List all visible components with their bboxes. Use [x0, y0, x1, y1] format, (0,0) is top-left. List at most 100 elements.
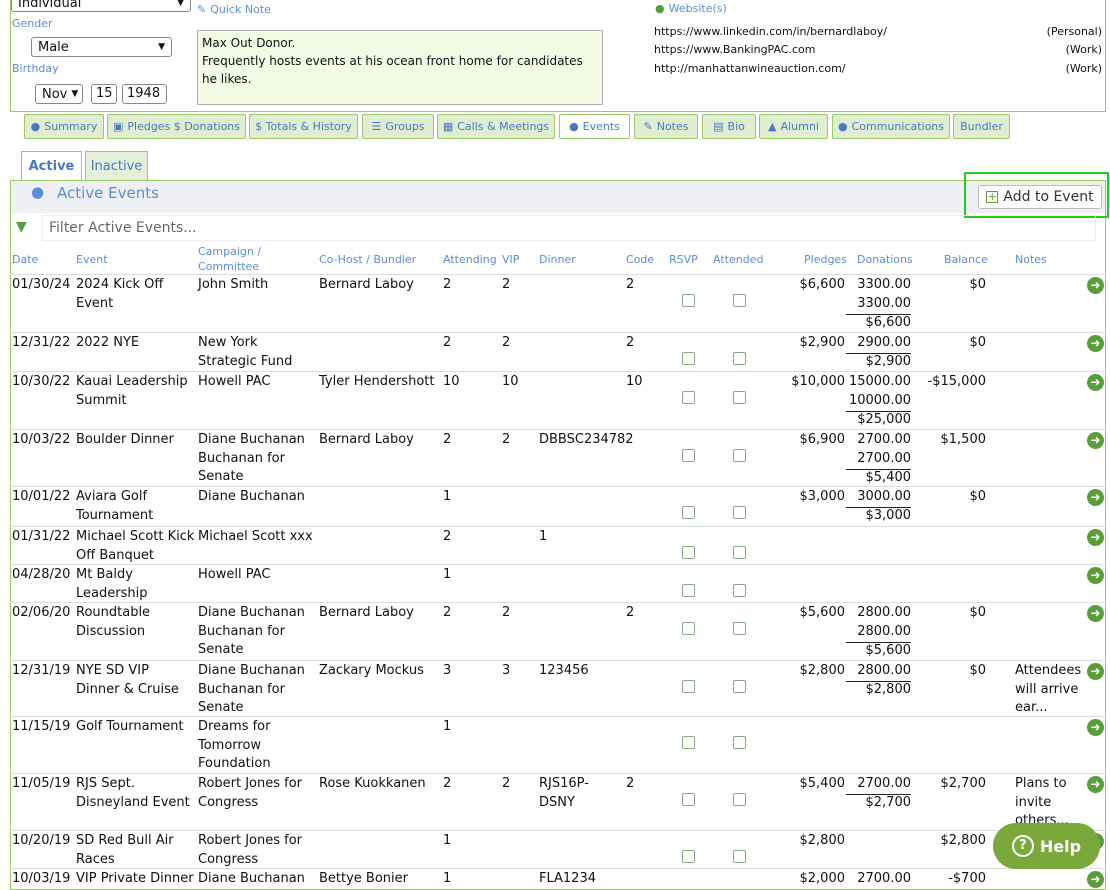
- col-attended[interactable]: Attended: [713, 252, 763, 267]
- event-name[interactable]: Kauai Leadership Summit: [76, 373, 188, 410]
- arrow-right-circle-icon[interactable]: ➜: [1087, 567, 1104, 584]
- filter-input[interactable]: Filter Active Events...: [42, 215, 1096, 241]
- rsvp-checkbox[interactable]: [682, 736, 695, 749]
- tab-communications[interactable]: ● Communications: [832, 114, 950, 139]
- website-link[interactable]: http://manhattanwineauction.com/: [654, 62, 846, 75]
- arrow-right-circle-icon[interactable]: ➜: [1087, 663, 1104, 680]
- rsvp-checkbox[interactable]: [682, 391, 695, 404]
- quick-note-textarea[interactable]: Max Out Donor. Frequently hosts events a…: [197, 30, 603, 105]
- event-name[interactable]: Aviara Golf Tournament: [76, 488, 153, 525]
- birthday-day-input[interactable]: 15: [91, 84, 117, 104]
- tab-pledges-donations[interactable]: ▣ Pledges $ Donations: [107, 114, 246, 139]
- divider: [10, 371, 1106, 372]
- event-name[interactable]: Michael Scott Kick Off Banquet: [76, 528, 194, 565]
- rsvp-checkbox[interactable]: [682, 850, 695, 863]
- subtab-inactive[interactable]: Inactive: [85, 151, 148, 181]
- rsvp-checkbox[interactable]: [682, 352, 695, 365]
- event-date: 12/31/22: [12, 335, 71, 350]
- event-name[interactable]: NYE SD VIP Dinner & Cruise: [76, 662, 179, 699]
- attended-checkbox[interactable]: [733, 680, 746, 693]
- event-name[interactable]: RJS Sept. Disneyland Event: [76, 775, 190, 812]
- col-attending[interactable]: Attending: [443, 252, 497, 267]
- event-date: 01/31/22: [12, 529, 71, 544]
- add-to-event-button[interactable]: + Add to Event: [978, 185, 1102, 209]
- tab-events[interactable]: ● Events: [559, 114, 630, 139]
- event-donation: 2700.00: [857, 432, 911, 447]
- tab-summary[interactable]: ● Summary: [24, 114, 104, 139]
- arrow-right-circle-icon[interactable]: ➜: [1087, 432, 1104, 449]
- birthday-month-select[interactable]: Nov ▼: [35, 84, 83, 104]
- gender-select[interactable]: Male ▼: [31, 37, 172, 57]
- subtab-active[interactable]: Active: [21, 151, 82, 181]
- rsvp-checkbox[interactable]: [682, 584, 695, 597]
- event-name[interactable]: 2022 NYE: [76, 334, 139, 353]
- tab-calls-meetings[interactable]: ▦ Calls & Meetings: [437, 114, 555, 139]
- event-name[interactable]: 2024 Kick Off Event: [76, 276, 163, 313]
- attended-checkbox[interactable]: [733, 391, 746, 404]
- col-dinner[interactable]: Dinner: [539, 252, 576, 267]
- event-name[interactable]: Golf Tournament: [76, 718, 184, 737]
- arrow-right-circle-icon[interactable]: ➜: [1087, 719, 1104, 736]
- tab-notes[interactable]: ✎ Notes: [634, 114, 698, 139]
- event-attending: 1: [443, 489, 452, 504]
- question-icon: ?: [1011, 835, 1034, 857]
- birthday-year-input[interactable]: 1948: [122, 84, 167, 104]
- attended-checkbox[interactable]: [733, 622, 746, 635]
- tab-alumni[interactable]: ▲ Alumni: [759, 114, 828, 139]
- col-campaign[interactable]: Campaign / Committee: [198, 244, 261, 274]
- help-button[interactable]: ? Help: [993, 823, 1100, 869]
- arrow-right-circle-icon[interactable]: ➜: [1087, 489, 1104, 506]
- event-name[interactable]: VIP Private Dinner: [76, 870, 194, 889]
- col-rsvp[interactable]: RSVP: [669, 252, 698, 267]
- attended-checkbox[interactable]: [733, 850, 746, 863]
- rsvp-checkbox[interactable]: [682, 506, 695, 519]
- col-cohost[interactable]: Co-Host / Bundler: [319, 252, 416, 267]
- rsvp-checkbox[interactable]: [682, 622, 695, 635]
- divider: [10, 716, 1106, 717]
- attended-checkbox[interactable]: [733, 584, 746, 597]
- col-vip[interactable]: VIP: [502, 252, 519, 267]
- arrow-right-circle-icon[interactable]: ➜: [1087, 529, 1104, 546]
- attended-checkbox[interactable]: [733, 294, 746, 307]
- tab-bundler[interactable]: Bundler: [953, 114, 1010, 139]
- tab-groups[interactable]: ☰ Groups: [362, 114, 434, 139]
- col-pledges[interactable]: Pledges: [804, 252, 847, 267]
- attended-checkbox[interactable]: [733, 352, 746, 365]
- col-notes[interactable]: Notes: [1015, 252, 1047, 267]
- col-donations[interactable]: Donations: [857, 252, 913, 267]
- arrow-right-circle-icon[interactable]: ➜: [1087, 277, 1104, 294]
- attended-checkbox[interactable]: [733, 736, 746, 749]
- attended-checkbox[interactable]: [733, 506, 746, 519]
- arrow-right-circle-icon[interactable]: ➜: [1087, 871, 1104, 888]
- arrow-right-circle-icon[interactable]: ➜: [1087, 605, 1104, 622]
- tab-totals-history[interactable]: $ Totals & History: [249, 114, 358, 139]
- website-link[interactable]: https://www.BankingPAC.com: [654, 43, 815, 56]
- col-event[interactable]: Event: [76, 252, 108, 267]
- event-balance: $2,700: [940, 776, 987, 791]
- col-balance[interactable]: Balance: [944, 252, 988, 267]
- rsvp-checkbox[interactable]: [682, 680, 695, 693]
- tab-bio[interactable]: ▤ Bio: [702, 114, 756, 139]
- contact-type-select[interactable]: Individual ▼: [11, 0, 191, 12]
- rsvp-checkbox[interactable]: [682, 793, 695, 806]
- event-name[interactable]: Boulder Dinner: [76, 431, 174, 450]
- arrow-right-circle-icon[interactable]: ➜: [1087, 335, 1104, 352]
- rsvp-checkbox[interactable]: [682, 294, 695, 307]
- event-name[interactable]: SD Red Bull Air Races: [76, 832, 174, 869]
- col-code[interactable]: Code: [626, 252, 654, 267]
- arrow-right-circle-icon[interactable]: ➜: [1087, 374, 1104, 391]
- rsvp-checkbox[interactable]: [682, 449, 695, 462]
- event-balance: $0: [969, 605, 986, 620]
- attended-checkbox[interactable]: [733, 793, 746, 806]
- website-link[interactable]: https://www.linkedin.com/in/bernardlaboy…: [654, 25, 887, 38]
- col-date[interactable]: Date: [12, 252, 38, 267]
- rsvp-checkbox[interactable]: [682, 546, 695, 559]
- arrow-right-circle-icon[interactable]: ➜: [1087, 776, 1104, 793]
- edit-icon: ✎: [197, 3, 207, 16]
- divider: [10, 429, 1106, 430]
- attended-checkbox[interactable]: [733, 546, 746, 559]
- event-name[interactable]: Roundtable Discussion: [76, 604, 150, 641]
- event-vip: 2: [502, 335, 511, 350]
- attended-checkbox[interactable]: [733, 449, 746, 462]
- event-name[interactable]: Mt Baldy Leadership: [76, 566, 147, 603]
